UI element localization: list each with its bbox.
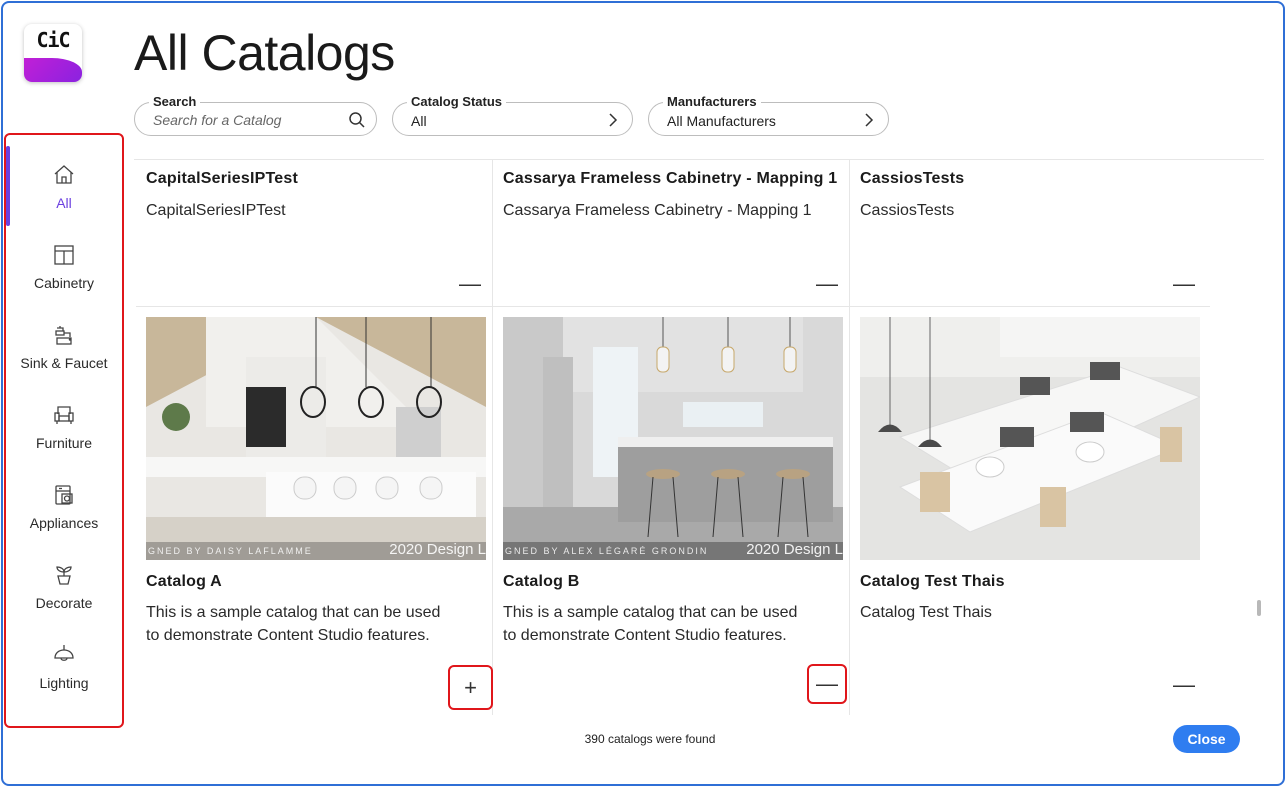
catalog-title: Cassarya Frameless Cabinetry - Mapping 1: [503, 170, 838, 187]
catalog-title: CapitalSeriesIPTest: [146, 170, 299, 187]
catalog-title: CassiosTests: [860, 170, 965, 187]
sidebar-item-label: Decorate: [35, 595, 93, 611]
sidebar-item-label: All: [56, 195, 72, 211]
sidebar-item-label: Cabinetry: [34, 275, 94, 291]
sidebar-item-appliances[interactable]: Appliances: [6, 466, 122, 546]
catalog-card[interactable]: Catalog Test Thais Catalog Test Thais —: [850, 307, 1207, 715]
remove-catalog-button[interactable]: —: [807, 264, 847, 304]
chevron-right-icon: [865, 113, 874, 127]
sidebar-item-cabinetry[interactable]: Cabinetry: [6, 226, 122, 306]
search-filter[interactable]: Search: [134, 94, 377, 136]
manufacturers-label: Manufacturers: [663, 94, 761, 109]
search-label: Search: [149, 94, 201, 109]
sidebar-item-sink-faucet[interactable]: Sink & Faucet: [6, 306, 122, 386]
sidebar-item-furniture[interactable]: Furniture: [6, 386, 122, 466]
catalog-status-filter[interactable]: Catalog Status All: [392, 94, 633, 136]
catalog-count: 390 catalogs were found: [584, 732, 716, 746]
catalog-title: Catalog Test Thais: [860, 573, 1005, 590]
catalog-description: Cassarya Frameless Cabinetry - Mapping 1: [503, 202, 812, 219]
appliance-icon: [55, 485, 73, 505]
catalog-description: This is a sample catalog that can be use…: [503, 604, 798, 644]
scrollbar-thumb[interactable]: [1257, 600, 1261, 616]
catalog-description: CassiosTests: [860, 202, 955, 219]
cabinet-icon: [54, 245, 74, 265]
remove-catalog-button[interactable]: —: [807, 664, 847, 704]
catalog-card[interactable]: GNED BY DAISY LAFLAMME 2020 Design L Cat…: [136, 307, 493, 715]
armchair-icon: [54, 406, 74, 424]
catalog-status-value: All: [411, 113, 427, 129]
search-icon[interactable]: [348, 111, 366, 129]
catalog-card[interactable]: CapitalSeriesIPTest CapitalSeriesIPTest …: [136, 160, 493, 306]
category-sidebar: All Cabinetry Sink & Faucet Furniture Ap…: [4, 133, 124, 728]
sidebar-item-label: Furniture: [35, 435, 93, 451]
logo-text: CiC: [36, 28, 70, 52]
faucet-icon: [55, 326, 72, 345]
app-logo: CiC: [24, 24, 82, 82]
remove-catalog-button[interactable]: —: [450, 264, 490, 304]
home-icon: [54, 165, 74, 184]
add-catalog-button[interactable]: +: [448, 665, 493, 710]
catalog-title: Catalog B: [503, 573, 580, 590]
catalog-card[interactable]: CassiosTests CassiosTests —: [850, 160, 1207, 306]
search-input[interactable]: [153, 112, 333, 128]
lamp-icon: [54, 645, 74, 661]
sidebar-item-decorate[interactable]: Decorate: [6, 546, 122, 626]
sidebar-item-label: Appliances: [29, 515, 99, 531]
sidebar-item-label: Lighting: [39, 675, 89, 691]
logo-wave: [24, 58, 82, 82]
catalog-title: Catalog A: [146, 573, 222, 590]
manufacturers-value: All Manufacturers: [667, 113, 776, 129]
sidebar-item-all[interactable]: All: [6, 146, 122, 226]
catalog-description: CapitalSeriesIPTest: [146, 202, 286, 219]
catalog-description: Catalog Test Thais: [860, 604, 992, 621]
sidebar-item-lighting[interactable]: Lighting: [6, 626, 122, 706]
catalog-thumbnail: [860, 317, 1200, 560]
page-title: All Catalogs: [134, 25, 395, 81]
catalog-status-label: Catalog Status: [407, 94, 507, 109]
brand-watermark: 2020 Design L: [389, 541, 486, 558]
catalog-thumbnail: GNED BY DAISY LAFLAMME 2020 Design L: [146, 317, 486, 560]
catalog-card[interactable]: Cassarya Frameless Cabinetry - Mapping 1…: [493, 160, 850, 306]
chevron-right-icon: [609, 113, 618, 127]
sidebar-item-label: Sink & Faucet: [20, 355, 108, 371]
remove-catalog-button[interactable]: —: [1164, 665, 1204, 705]
catalog-thumbnail: GNED BY ALEX LÉGARÉ GRONDIN 2020 Design …: [503, 317, 843, 560]
catalog-description: This is a sample catalog that can be use…: [146, 604, 441, 644]
catalog-card[interactable]: GNED BY ALEX LÉGARÉ GRONDIN 2020 Design …: [493, 307, 850, 715]
remove-catalog-button[interactable]: —: [1164, 264, 1204, 304]
plant-icon: [56, 566, 72, 585]
manufacturers-filter[interactable]: Manufacturers All Manufacturers: [648, 94, 889, 136]
close-button[interactable]: Close: [1173, 725, 1240, 753]
brand-watermark: 2020 Design L: [746, 541, 843, 558]
photo-credit: GNED BY DAISY LAFLAMME: [148, 546, 313, 556]
photo-credit: GNED BY ALEX LÉGARÉ GRONDIN: [505, 546, 709, 556]
